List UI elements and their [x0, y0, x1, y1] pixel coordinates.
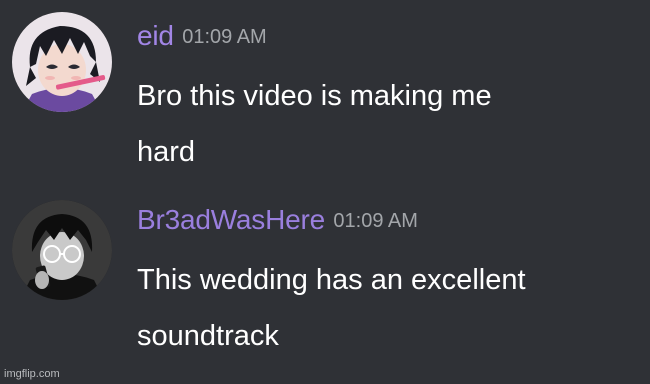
message-header: Br3adWasHere 01:09 AM — [137, 204, 418, 236]
watermark: imgflip.com — [4, 368, 60, 380]
chat-log: eid 01:09 AM Bro this video is making me… — [0, 0, 650, 384]
username[interactable]: eid — [137, 20, 174, 51]
anime-boy-avatar-icon — [12, 12, 112, 112]
message-content: This wedding has an excellent soundtrack — [137, 252, 637, 364]
user-avatar[interactable] — [12, 12, 112, 112]
timestamp: 01:09 AM — [333, 210, 418, 232]
user-avatar[interactable] — [12, 200, 112, 300]
message-header: eid 01:09 AM — [137, 20, 267, 52]
message-line: This wedding has an excellent — [137, 264, 526, 296]
message-line: Bro this video is making me — [137, 80, 492, 112]
username[interactable]: Br3adWasHere — [137, 204, 325, 235]
timestamp: 01:09 AM — [182, 26, 267, 48]
message-line: hard — [137, 136, 196, 168]
message-content: Bro this video is making me hard — [137, 68, 637, 180]
message-line: soundtrack — [137, 320, 279, 352]
monochrome-anime-avatar-icon — [12, 200, 112, 300]
